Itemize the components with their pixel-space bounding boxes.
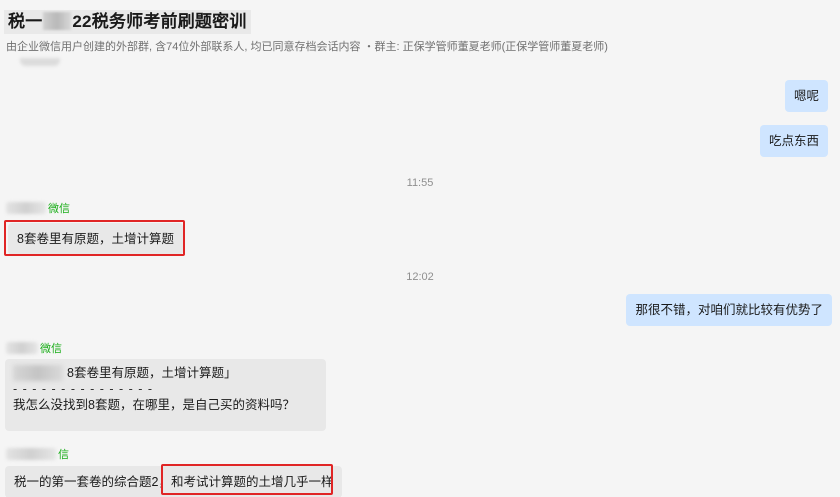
quote-divider: - - - - - - - - - - - - - - - — [13, 382, 154, 396]
sender-tag: 微信 — [40, 343, 62, 355]
message-bubble-other[interactable]: 税一的第一套卷的综合题2，和考试计算题的土增几乎一样 — [5, 466, 343, 497]
message-bubble-other[interactable]: 8套卷里有原题，土增计算题 — [8, 223, 183, 255]
sender-tag: 信 — [58, 449, 69, 461]
sender-tag: 微信 — [48, 203, 70, 215]
sender-name: 信 — [6, 446, 69, 462]
group-title-prefix: 税一 — [8, 12, 43, 31]
message-bubble-self[interactable]: 吃点东西 — [759, 125, 828, 157]
message-bubble-self[interactable]: 那很不错，对咱们就比较有优势了 — [626, 294, 832, 326]
group-subtitle: 由企业微信用户创建的外部群, 含74位外部联系人, 均已同意存档会话内容 ・群主… — [6, 41, 608, 53]
redacted-mask — [43, 12, 72, 30]
chat-header: 税一 22税务师考前刷题密训 由企业微信用户创建的外部群, 含74位外部联系人, … — [0, 0, 840, 58]
sender-name: 微信 — [6, 340, 62, 356]
reply-text: 我怎么没找到8套题，在哪里，是自己买的资料吗？ — [13, 398, 295, 412]
group-title-suffix: 22税务师考前刷题密训 — [72, 12, 247, 31]
timestamp: 11:55 — [406, 177, 434, 189]
redacted-mask — [6, 202, 46, 214]
sender-name: 微信 — [6, 200, 70, 216]
redacted-mask — [20, 58, 60, 66]
quoted-message: 8套卷里有原题，土增计算题」 — [13, 365, 318, 381]
quoted-text: 8套卷里有原题，土增计算题」 — [67, 366, 237, 380]
redacted-mask — [6, 448, 56, 460]
redacted-mask — [13, 365, 63, 381]
redacted-mask — [6, 342, 38, 354]
message-bubble-quote-reply[interactable]: 8套卷里有原题，土增计算题」 - - - - - - - - - - - - -… — [5, 359, 326, 431]
group-title: 税一 22税务师考前刷题密训 — [4, 10, 251, 34]
message-bubble-self[interactable]: 嗯呢 — [784, 80, 828, 112]
timestamp: 12:02 — [406, 271, 434, 283]
